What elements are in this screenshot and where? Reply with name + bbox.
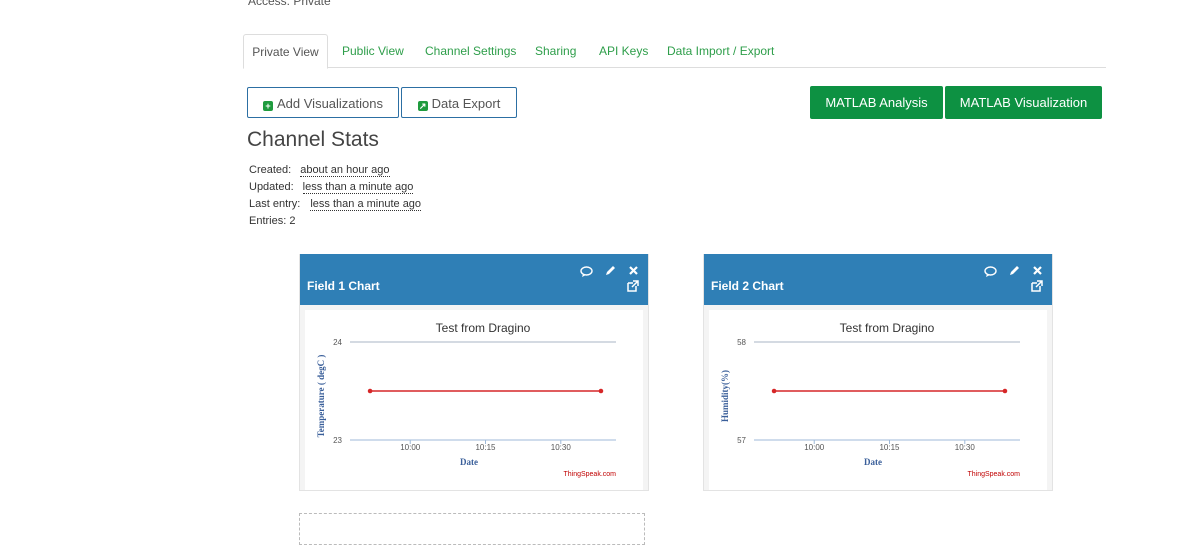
chart-title: Test from Dragino — [840, 321, 935, 335]
chart-title: Test from Dragino — [436, 321, 531, 335]
updated-label: Updated: — [249, 181, 294, 193]
field-2-chart: Test from Dragino 58 57 10:00 10:15 10:30 Date… — [720, 321, 1020, 478]
data-point — [598, 388, 604, 394]
plus-icon: + — [263, 101, 273, 111]
add-visualizations-button[interactable]: + Add Visualizations — [247, 87, 399, 118]
edit-pencil-icon[interactable] — [1008, 265, 1020, 280]
x-tick-label: 10:00 — [400, 443, 421, 452]
created-label: Created: — [249, 164, 292, 176]
access-text: Access: Private — [248, 0, 331, 8]
y-axis-label: Temperature ( degC ) — [316, 355, 326, 438]
field-1-chart-panel: Field 1 Chart Test from Dragino 24 23 10:00… — [299, 254, 649, 491]
y-tick-label: 58 — [737, 338, 746, 347]
comment-icon[interactable] — [984, 266, 997, 281]
tab-private-view[interactable]: Private View — [243, 34, 328, 69]
chart-area: Test from Dragino 58 57 10:00 10:15 10:30 Date… — [709, 310, 1047, 490]
data-point — [1002, 388, 1008, 394]
x-axis-label: Date — [864, 457, 882, 467]
panel-header: Field 2 Chart — [704, 254, 1052, 305]
panel-title: Field 2 Chart — [711, 279, 784, 293]
panel-header: Field 1 Chart — [300, 254, 648, 305]
comment-icon[interactable] — [580, 266, 593, 281]
tab-api-keys[interactable]: API Keys — [599, 34, 648, 67]
data-point — [771, 388, 777, 394]
created-value: about an hour ago — [300, 164, 390, 177]
tab-data-import-export[interactable]: Data Import / Export — [667, 34, 774, 67]
external-link-icon[interactable] — [627, 280, 639, 295]
x-tick-label: 10:00 — [804, 443, 825, 452]
panel-title: Field 1 Chart — [307, 279, 380, 293]
x-tick-label: 10:30 — [955, 443, 976, 452]
external-link-icon[interactable] — [1031, 280, 1043, 295]
channel-tabs: Private View Public View Channel Setting… — [243, 34, 1106, 69]
stat-created: Created: about an hour ago — [249, 164, 390, 177]
matlab-visualization-button[interactable]: MATLAB Visualization — [945, 86, 1102, 119]
chart-credit: ThingSpeak.com — [967, 471, 1020, 478]
data-export-label: Data Export — [431, 96, 501, 111]
last-entry-value: less than a minute ago — [310, 198, 422, 211]
updated-value: less than a minute ago — [302, 181, 414, 194]
x-axis-label: Date — [460, 457, 478, 467]
add-visualizations-label: Add Visualizations — [277, 96, 383, 111]
x-tick-label: 10:15 — [879, 443, 900, 452]
data-point — [367, 388, 373, 394]
stat-updated: Updated: less than a minute ago — [249, 181, 414, 194]
channel-stats-title: Channel Stats — [247, 128, 379, 151]
tab-channel-settings[interactable]: Channel Settings — [425, 34, 516, 67]
x-tick-label: 10:15 — [475, 443, 496, 452]
close-icon[interactable] — [1032, 265, 1043, 279]
export-icon: ↗ — [417, 101, 428, 111]
tab-public-view[interactable]: Public View — [342, 34, 404, 67]
matlab-analysis-button[interactable]: MATLAB Analysis — [810, 86, 943, 119]
close-icon[interactable] — [628, 265, 639, 279]
add-widget-placeholder — [299, 513, 645, 545]
y-tick-label: 24 — [333, 338, 342, 347]
data-export-button[interactable]: ↗ Data Export — [401, 87, 517, 118]
x-tick-label: 10:30 — [551, 443, 572, 452]
field-2-chart-panel: Field 2 Chart Test from Dragino 58 57 10:00… — [703, 254, 1053, 491]
tab-sharing[interactable]: Sharing — [535, 34, 576, 67]
y-tick-label: 57 — [737, 436, 746, 445]
last-entry-label: Last entry: — [249, 198, 301, 210]
stat-entries: Entries: 2 — [249, 215, 296, 227]
chart-credit: ThingSpeak.com — [563, 471, 616, 478]
y-tick-label: 23 — [333, 436, 342, 445]
chart-area: Test from Dragino 24 23 10:00 10:15 10:30 Date… — [305, 310, 643, 490]
y-axis-label: Humidity(%) — [720, 370, 730, 422]
stat-last-entry: Last entry: less than a minute ago — [249, 198, 422, 211]
edit-pencil-icon[interactable] — [604, 265, 616, 280]
field-1-chart: Test from Dragino 24 23 10:00 10:15 10:30 Date… — [316, 321, 616, 478]
